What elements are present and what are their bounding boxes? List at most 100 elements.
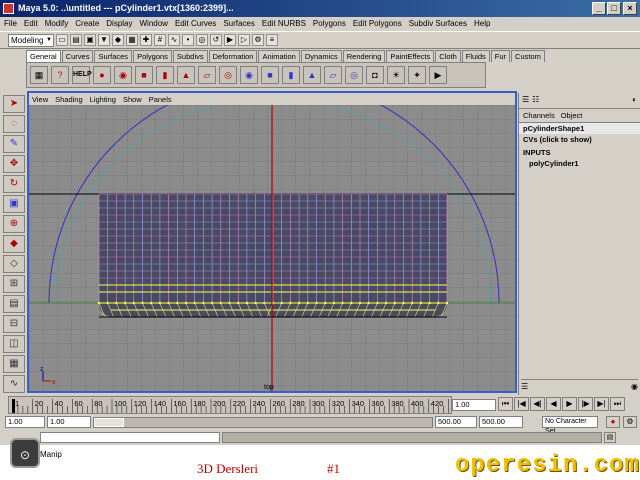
mesh-vertex[interactable] <box>341 301 344 305</box>
range-thumb[interactable] <box>94 417 124 427</box>
poly-cube-icon[interactable]: ■ <box>261 66 279 84</box>
poly-cylinder-icon[interactable]: ▮ <box>282 66 300 84</box>
snap-view-icon[interactable]: ◎ <box>196 34 208 46</box>
mesh-vertex[interactable] <box>245 301 249 305</box>
mesh-vertex[interactable] <box>419 301 423 305</box>
help-icon[interactable]: ? <box>51 66 69 84</box>
paint-select-icon[interactable]: ✎ <box>3 135 25 153</box>
go-start-icon[interactable]: ⏮ <box>498 397 513 411</box>
range-slider[interactable] <box>93 416 433 428</box>
current-time-field[interactable]: 1.00 <box>452 399 496 411</box>
mesh-vertex[interactable] <box>384 301 388 305</box>
maya-app-icon[interactable] <box>3 3 14 14</box>
panel-menu-view[interactable]: View <box>32 95 48 104</box>
menu-create[interactable]: Create <box>75 19 99 28</box>
mesh-vertex[interactable] <box>115 301 118 305</box>
range-start-field[interactable]: 1.00 <box>5 416 45 428</box>
layer-options-icon[interactable]: ◉ <box>631 382 638 393</box>
layer-icon[interactable]: ☷ <box>532 95 539 106</box>
create-plane-icon[interactable]: ▱ <box>198 66 216 84</box>
snap-point-icon[interactable]: • <box>182 34 194 46</box>
hypergraph-icon[interactable]: ▦ <box>3 355 25 373</box>
mesh-vertex[interactable] <box>167 301 170 305</box>
mesh-vertex[interactable] <box>393 301 396 305</box>
save-scene-icon[interactable]: ▣ <box>84 34 96 46</box>
attribute-icon[interactable]: ◐ <box>632 95 637 106</box>
snap-curve-icon[interactable]: ∿ <box>168 34 180 46</box>
viewport-canvas[interactable]: x z top <box>29 105 515 391</box>
panel-menu-lighting[interactable]: Lighting <box>90 95 116 104</box>
new-scene-icon[interactable]: ▭ <box>56 34 68 46</box>
play-forward-icon[interactable]: ▶ <box>562 397 577 411</box>
mesh-vertex[interactable] <box>141 301 144 305</box>
command-input[interactable] <box>40 431 220 443</box>
select-object-icon[interactable]: ◆ <box>112 34 124 46</box>
mesh-vertex[interactable] <box>228 301 231 305</box>
time-indicator[interactable] <box>12 399 15 413</box>
history-icon[interactable]: ↺ <box>210 34 222 46</box>
poly-plane-icon[interactable]: ▱ <box>324 66 342 84</box>
help-label[interactable]: HELP <box>72 66 92 84</box>
step-forward-key-icon[interactable]: ▶| <box>594 397 609 411</box>
poly-torus-icon[interactable]: ◎ <box>345 66 363 84</box>
mesh-vertex[interactable] <box>280 301 283 305</box>
mesh-vertex[interactable] <box>176 301 179 305</box>
range-end-field[interactable]: 500.00 <box>435 416 477 428</box>
character-set-dropdown[interactable]: No Character Set <box>542 416 598 435</box>
mesh-vertex[interactable] <box>210 301 214 305</box>
shelf-tab-surfaces[interactable]: Surfaces <box>94 50 133 62</box>
step-back-key-icon[interactable]: |◀ <box>514 397 529 411</box>
scale-tool-icon[interactable]: ▣ <box>3 195 25 213</box>
auto-key-icon[interactable]: ● <box>606 416 620 428</box>
channels-tab[interactable]: Channels <box>523 111 555 120</box>
snap-grid-icon[interactable]: # <box>154 34 166 46</box>
create-sphere-icon[interactable]: ◉ <box>114 66 132 84</box>
mesh-vertex[interactable] <box>350 301 353 305</box>
menu-file[interactable]: File <box>4 19 17 28</box>
shelf-tab-deformation[interactable]: Deformation <box>208 50 258 62</box>
channel-icon[interactable]: ☰ <box>522 95 529 106</box>
undo-icon[interactable]: ● <box>93 66 111 84</box>
select-component-icon[interactable]: ▦ <box>126 34 138 46</box>
menu-subdiv-surfaces[interactable]: Subdiv Surfaces <box>409 19 467 28</box>
menu-polygons[interactable]: Polygons <box>313 19 346 28</box>
shelf-tab-animation[interactable]: Animation <box>258 50 300 62</box>
minimize-button[interactable]: _ <box>592 2 606 15</box>
poly-sphere-icon[interactable]: ◉ <box>240 66 258 84</box>
menu-edit-curves[interactable]: Edit Curves <box>175 19 216 28</box>
shelf-tab-subdivs[interactable]: Subdivs <box>172 50 208 62</box>
render-globals-icon[interactable]: ⚙ <box>252 34 264 46</box>
mesh-vertex[interactable] <box>237 301 240 305</box>
mesh-vertex[interactable] <box>184 301 188 305</box>
mesh-vertex[interactable] <box>367 301 370 305</box>
mesh-vertex[interactable] <box>254 301 257 305</box>
mesh-vertex[interactable] <box>315 301 318 305</box>
manip-tool-icon[interactable]: ⊕ <box>3 215 25 233</box>
menu-modify[interactable]: Modify <box>45 19 69 28</box>
range-max-field[interactable]: 500.00 <box>479 416 523 428</box>
play-back-icon[interactable]: ◀ <box>546 397 561 411</box>
poly-cone-icon[interactable]: ▲ <box>303 66 321 84</box>
mel-icon[interactable]: ▦ <box>30 66 48 84</box>
open-scene-icon[interactable]: ▤ <box>70 34 82 46</box>
mode-dropdown[interactable]: Modeling <box>8 33 54 47</box>
persp-outliner-icon[interactable]: ▤ <box>3 295 25 313</box>
layer-new-icon[interactable]: ☰ <box>521 382 528 393</box>
shape-node[interactable]: pCylinderShape1 <box>519 123 640 134</box>
mesh-vertex[interactable] <box>193 301 196 305</box>
mesh-vertex[interactable] <box>289 301 292 305</box>
create-cube-icon[interactable]: ■ <box>135 66 153 84</box>
create-cone-icon[interactable]: ▲ <box>177 66 195 84</box>
mesh-vertex[interactable] <box>219 301 222 305</box>
shelf-tab-dynamics[interactable]: Dynamics <box>300 50 342 62</box>
camera-icon[interactable]: ◘ <box>366 66 384 84</box>
spotlight-icon[interactable]: ✦ <box>408 66 426 84</box>
shelf-tab-rendering[interactable]: Rendering <box>342 50 386 62</box>
ipr-icon[interactable]: ▷ <box>238 34 250 46</box>
menu-edit[interactable]: Edit <box>24 19 38 28</box>
object-tab[interactable]: Object <box>561 111 583 120</box>
mesh-vertex[interactable] <box>411 301 414 305</box>
single-view-icon[interactable]: ◇ <box>3 255 25 273</box>
mesh-vertex[interactable] <box>123 301 127 305</box>
mesh-vertex[interactable] <box>202 301 205 305</box>
